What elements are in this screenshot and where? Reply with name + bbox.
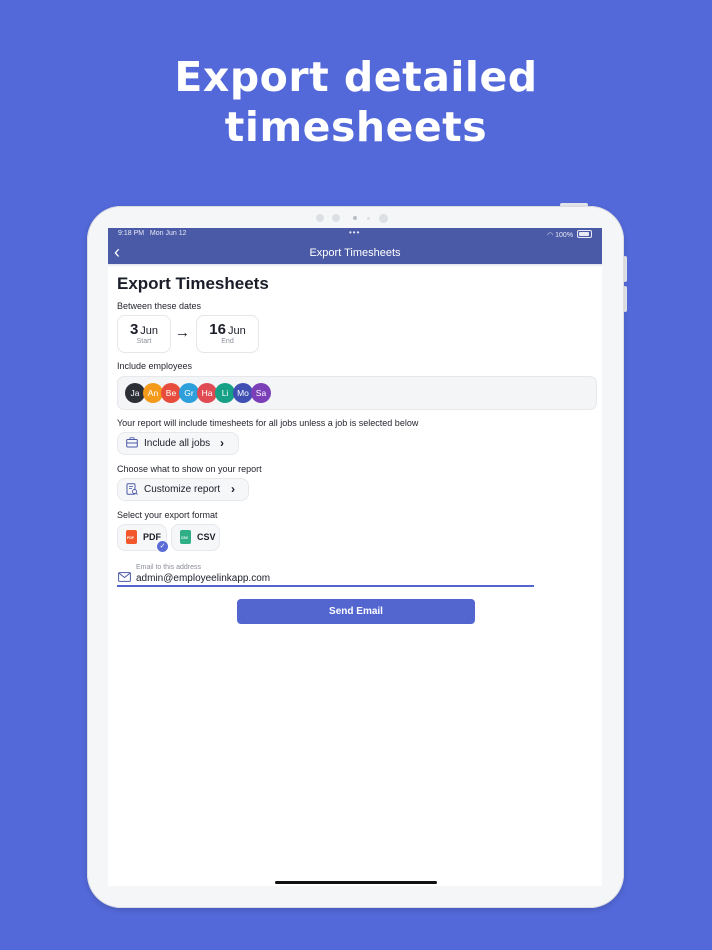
sensor-dot (367, 217, 370, 220)
status-time: 9:18 PM Mon Jun 12 (118, 230, 187, 237)
report-search-icon (126, 483, 138, 495)
customize-report-button[interactable]: Customize report › (117, 478, 249, 501)
avatar[interactable]: Li (215, 383, 235, 403)
battery-icon (577, 230, 592, 238)
camera-icon (353, 216, 357, 220)
chevron-right-icon: › (231, 482, 235, 496)
start-day: 3 (129, 321, 139, 338)
customize-label: Choose what to show on your report (117, 464, 262, 474)
end-day: 16 (209, 321, 226, 338)
format-label: Select your export format (117, 510, 218, 520)
start-caption: Start (136, 338, 152, 345)
status-right: ◠ 100% (547, 230, 592, 239)
arrow-right-icon: → (175, 324, 190, 341)
camera-bar (0, 214, 712, 224)
sensor-dot (379, 214, 388, 223)
headline-line-2: timesheets (224, 103, 488, 151)
avatar[interactable]: Be (161, 383, 181, 403)
customize-report-label: Customize report (144, 484, 221, 495)
avatar[interactable]: Gr (179, 383, 199, 403)
headline: Export detailed timesheets (0, 52, 712, 152)
end-month: Jun (227, 325, 246, 337)
nav-shadow (108, 264, 602, 267)
avatar[interactable]: An (143, 383, 163, 403)
app-screen: 9:18 PM Mon Jun 12 ••• ◠ 100% ‹ Export T… (108, 228, 602, 886)
avatar[interactable]: Ha (197, 383, 217, 403)
battery-percent: 100% (555, 232, 574, 239)
start-date-card[interactable]: 3 Jun Start (117, 315, 171, 353)
pdf-file-icon: PDF (126, 530, 137, 544)
end-caption: End (221, 338, 234, 345)
dates-label: Between these dates (117, 301, 202, 311)
csv-file-icon: CSV (180, 530, 191, 544)
status-bar: 9:18 PM Mon Jun 12 ••• ◠ 100% (108, 228, 602, 239)
navigation-bar: 9:18 PM Mon Jun 12 ••• ◠ 100% ‹ Export T… (108, 228, 602, 264)
email-field[interactable]: admin@employeelinkapp.com (136, 573, 270, 584)
chevron-right-icon: › (220, 436, 224, 450)
format-csv-label: CSV (197, 532, 216, 542)
page-title: Export Timesheets (117, 274, 269, 293)
headline-line-1: Export detailed (174, 53, 538, 101)
end-date-card[interactable]: 16 Jun End (196, 315, 259, 353)
mail-icon (118, 572, 131, 582)
check-icon: ✓ (156, 540, 169, 553)
avatar[interactable]: Mo (233, 383, 253, 403)
briefcase-icon (126, 437, 138, 448)
email-field-label: Email to this address (136, 564, 201, 571)
email-underline (117, 585, 534, 587)
nav-title: Export Timesheets (309, 247, 401, 259)
include-all-jobs-button[interactable]: Include all jobs › (117, 432, 239, 455)
employees-label: Include employees (117, 361, 193, 371)
send-email-button[interactable]: Send Email (237, 599, 475, 624)
jobs-note: Your report will include timesheets for … (117, 418, 419, 428)
sensor-dot (332, 214, 340, 222)
sensor-dot (316, 214, 324, 222)
multitask-dots[interactable]: ••• (349, 228, 360, 237)
home-indicator[interactable] (275, 881, 437, 884)
format-csv-button[interactable]: CSV CSV (171, 524, 220, 551)
avatar[interactable]: Ja (125, 383, 145, 403)
avatar[interactable]: Sa (251, 383, 271, 403)
include-all-jobs-label: Include all jobs (144, 438, 211, 449)
start-month: Jun (140, 325, 159, 337)
wifi-icon: ◠ (547, 232, 554, 239)
employee-selector[interactable]: Ja An Be Gr Ha Li Mo Sa (117, 376, 597, 410)
